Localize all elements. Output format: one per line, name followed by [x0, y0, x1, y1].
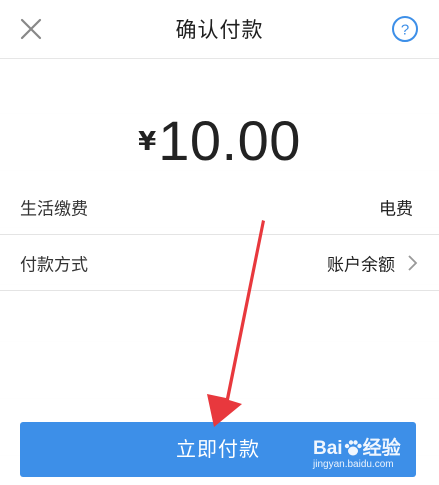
help-button[interactable]: ? [391, 15, 419, 43]
currency-symbol: ¥ [138, 127, 157, 157]
help-icon: ? [392, 16, 418, 42]
amount-value: 10.00 [158, 109, 301, 172]
bill-type-value: 电费 [379, 199, 413, 219]
watermark-logo: Bai 经验 [313, 433, 401, 460]
paw-icon [344, 440, 362, 456]
payment-method-value: 账户余额 [327, 255, 395, 275]
watermark-text-right: 经验 [362, 438, 401, 459]
page-title: 确认付款 [175, 18, 264, 42]
baidu-jingyan-watermark: Bai 经验 jingyan.baidu.com [313, 433, 413, 475]
payment-confirm-sheet: 确认付款 ? ¥10.00 生活缴费 电费 付款方式 账户余额 立即付款 Bai [0, 0, 439, 485]
chevron-right-icon [408, 254, 418, 271]
payment-method-label: 付款方式 [20, 255, 88, 275]
amount-display: ¥10.00 [0, 108, 439, 173]
watermark-text-left: Bai [313, 438, 343, 459]
help-symbol: ? [401, 22, 409, 39]
watermark-url: jingyan.baidu.com [313, 459, 394, 470]
bill-type-label: 生活缴费 [20, 199, 88, 219]
sheet-header: 确认付款 ? [0, 0, 439, 59]
payment-method-row[interactable]: 付款方式 账户余额 [0, 235, 439, 291]
bill-type-row: 生活缴费 电费 [0, 179, 439, 235]
